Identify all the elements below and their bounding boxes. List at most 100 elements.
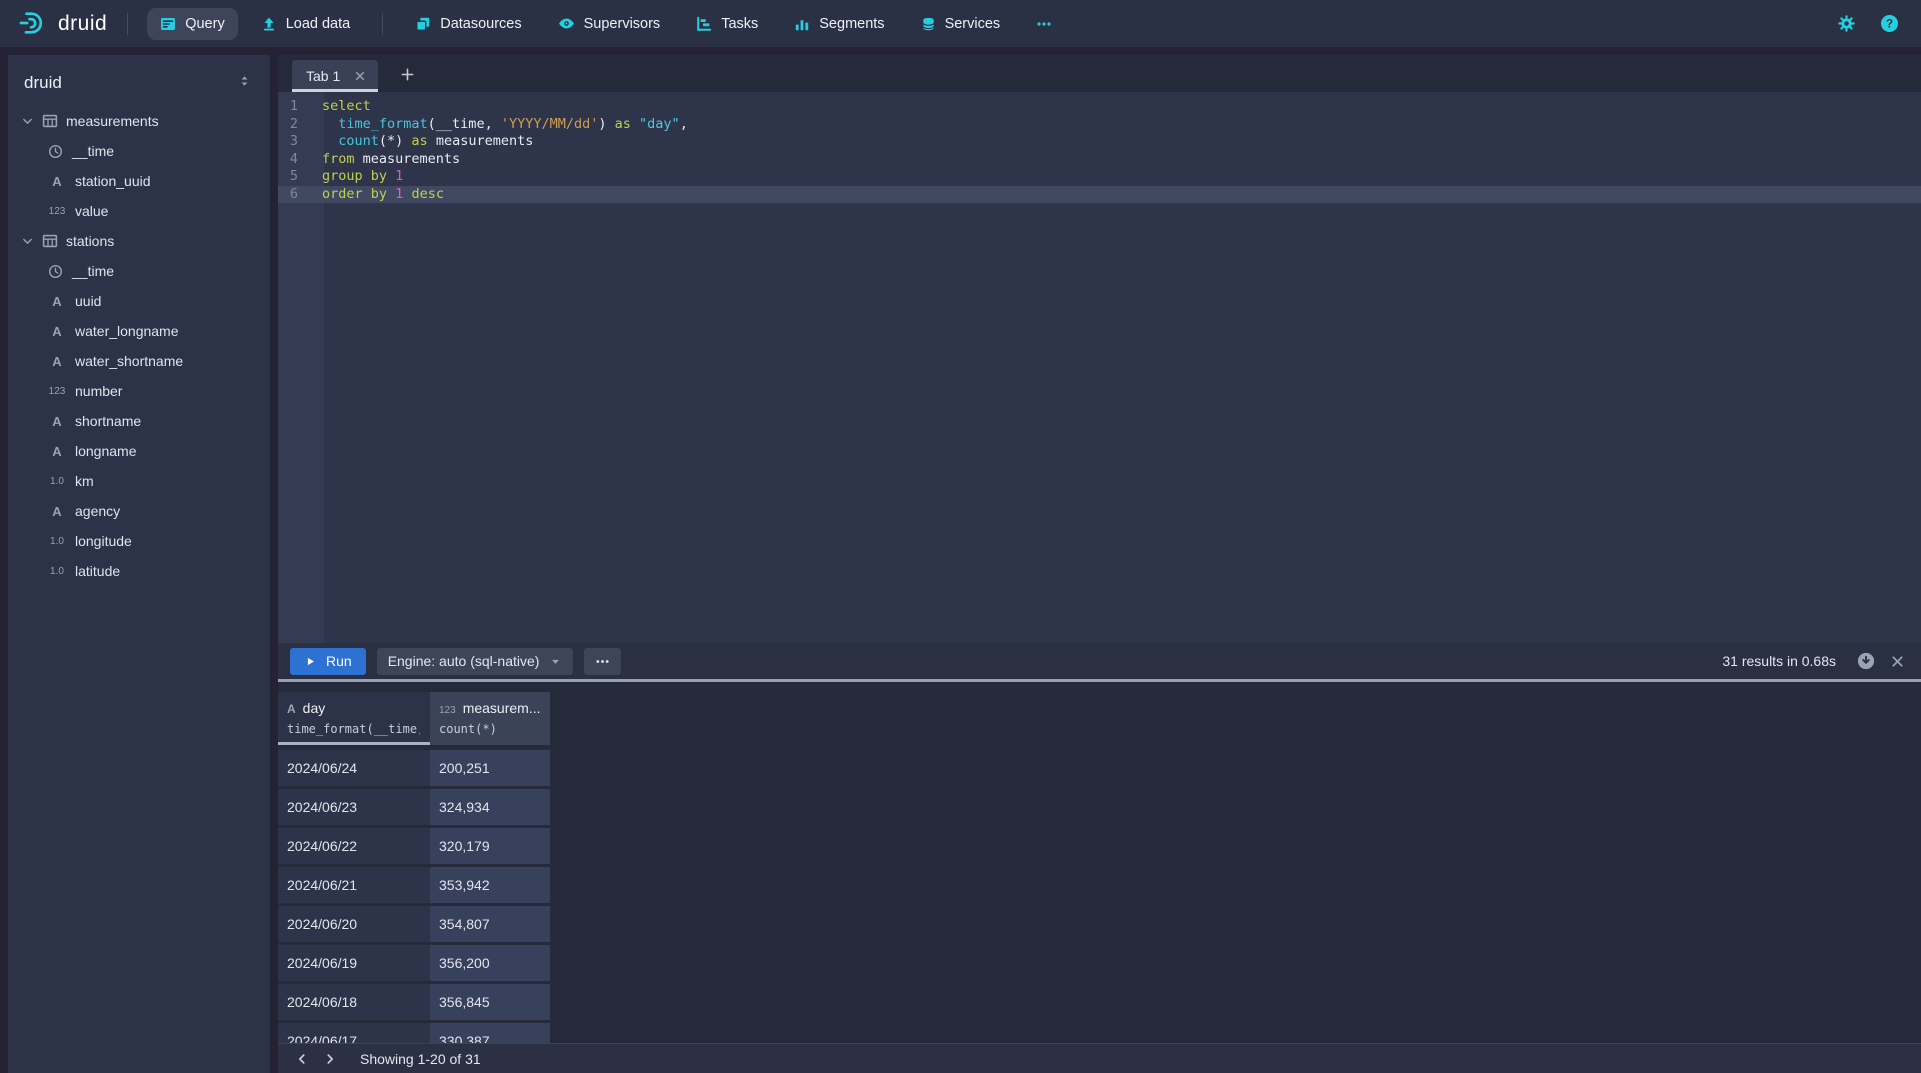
nav-item-more[interactable]	[1023, 8, 1065, 40]
run-toolbar: Run Engine: auto (sql-native) 31 results…	[278, 643, 1921, 679]
sidebar-column-water_shortname[interactable]: Awater_shortname	[8, 346, 270, 376]
page-content: druid measurements__timeAstation_uuid123…	[0, 47, 1921, 1073]
settings-gear-button[interactable]	[1833, 10, 1860, 37]
table-row: 2024/06/18356,845	[278, 984, 1921, 1020]
column-name: measurem...	[463, 700, 541, 716]
cell-measurements[interactable]: 200,251	[430, 750, 550, 786]
nav-item-tasks[interactable]: Tasks	[683, 8, 771, 40]
sidebar-column-uuid[interactable]: Auuid	[8, 286, 270, 316]
download-results-button[interactable]	[1855, 650, 1877, 672]
column-name: number	[75, 383, 122, 399]
column-header-measurem-[interactable]: 123measurem...count(*)	[430, 692, 550, 745]
sidebar-table-measurements[interactable]: measurements	[8, 106, 270, 136]
more-options-button[interactable]	[584, 648, 621, 675]
code-line-6[interactable]: 6order by 1 desc	[278, 186, 1921, 204]
table-row: 2024/06/23324,934	[278, 789, 1921, 825]
nav-item-supervisors[interactable]: Supervisors	[545, 7, 674, 40]
number-type-icon: 123	[48, 206, 66, 217]
sidebar-column-water_longname[interactable]: Awater_longname	[8, 316, 270, 346]
sidebar-column-km[interactable]: 1.0km	[8, 466, 270, 496]
sidebar-column-agency[interactable]: Aagency	[8, 496, 270, 526]
sidebar-column-__time[interactable]: __time	[8, 256, 270, 286]
nav-item-services[interactable]: Services	[908, 8, 1014, 40]
column-name: shortname	[75, 413, 141, 429]
engine-selector[interactable]: Engine: auto (sql-native)	[377, 648, 574, 675]
cell-measurements[interactable]: 324,934	[430, 789, 550, 825]
string-type-icon: A	[48, 444, 66, 459]
line-number: 3	[278, 133, 311, 151]
sql-editor[interactable]: 1select2 time_format(__time, 'YYYY/MM/dd…	[278, 92, 1921, 643]
sidebar-column-longitude[interactable]: 1.0longitude	[8, 526, 270, 556]
clock-icon	[48, 144, 63, 159]
column-name: day	[303, 700, 326, 716]
nav-item-label: Supervisors	[584, 16, 661, 32]
code-line-3[interactable]: 3 count(*) as measurements	[278, 133, 1921, 151]
code-text: order by 1 desc	[311, 186, 444, 204]
cell-measurements[interactable]: 356,845	[430, 984, 550, 1020]
nav-item-query[interactable]: Query	[147, 8, 238, 40]
sidebar-column-number[interactable]: 123number	[8, 376, 270, 406]
previous-page-button[interactable]	[288, 1046, 316, 1072]
column-header-day[interactable]: Adaytime_format(__time, …	[278, 692, 430, 745]
table-icon	[42, 113, 58, 129]
nav-item-load-data[interactable]: Load data	[248, 8, 364, 40]
nav-item-label: Tasks	[721, 16, 758, 32]
cell-measurements[interactable]: 320,179	[430, 828, 550, 864]
nav-item-datasources[interactable]: Datasources	[402, 8, 534, 40]
bar-chart-icon	[794, 16, 810, 32]
next-page-button[interactable]	[316, 1046, 344, 1072]
cell-day[interactable]: 2024/06/18	[278, 984, 430, 1020]
sidebar-column-__time[interactable]: __time	[8, 136, 270, 166]
code-line-5[interactable]: 5group by 1	[278, 168, 1921, 186]
chevron-down-icon	[21, 115, 34, 128]
sidebar-column-shortname[interactable]: Ashortname	[8, 406, 270, 436]
string-type-icon: A	[48, 294, 66, 309]
string-type-icon: A	[48, 324, 66, 339]
add-tab-button[interactable]	[394, 66, 421, 83]
cell-day[interactable]: 2024/06/20	[278, 906, 430, 942]
results-summary: 31 results in 0.68s	[1722, 653, 1836, 669]
column-name: __time	[72, 263, 114, 279]
cell-day[interactable]: 2024/06/23	[278, 789, 430, 825]
nav-item-segments[interactable]: Segments	[781, 8, 897, 40]
code-line-1[interactable]: 1select	[278, 98, 1921, 116]
cell-day[interactable]: 2024/06/19	[278, 945, 430, 981]
sidebar-column-value[interactable]: 123value	[8, 196, 270, 226]
chevron-down-icon	[21, 235, 34, 248]
sidebar-table-stations[interactable]: stations	[8, 226, 270, 256]
table-name: measurements	[66, 113, 159, 129]
column-name: latitude	[75, 563, 120, 579]
sidebar-column-station_uuid[interactable]: Astation_uuid	[8, 166, 270, 196]
nav-divider	[382, 13, 383, 35]
code-line-2[interactable]: 2 time_format(__time, 'YYYY/MM/dd') as "…	[278, 116, 1921, 134]
column-name: longname	[75, 443, 137, 459]
sidebar-column-longname[interactable]: Alongname	[8, 436, 270, 466]
help-button[interactable]: ?	[1876, 10, 1903, 37]
tab-close-icon[interactable]	[354, 70, 366, 82]
cell-day[interactable]: 2024/06/24	[278, 750, 430, 786]
code-line-4[interactable]: 4from measurements	[278, 151, 1921, 169]
druid-logo[interactable]: druid	[18, 10, 107, 37]
column-name: km	[75, 473, 94, 489]
druid-logo-icon	[18, 10, 48, 37]
run-button[interactable]: Run	[290, 648, 366, 675]
cell-measurements[interactable]: 356,200	[430, 945, 550, 981]
close-results-button[interactable]	[1888, 652, 1907, 671]
cell-measurements[interactable]: 354,807	[430, 906, 550, 942]
query-tab-1[interactable]: Tab 1	[292, 60, 378, 92]
results-body: 2024/06/24200,2512024/06/23324,9342024/0…	[278, 750, 1921, 1043]
cell-day[interactable]: 2024/06/21	[278, 867, 430, 903]
column-name: water_longname	[75, 323, 179, 339]
cell-day[interactable]: 2024/06/22	[278, 828, 430, 864]
nav-item-label: Load data	[286, 16, 351, 32]
main-navigation: Query Load data Datasources Supervisors Task…	[142, 7, 1070, 40]
caret-down-icon	[549, 655, 562, 668]
run-button-label: Run	[326, 653, 352, 669]
schema-sort-button[interactable]	[235, 71, 254, 94]
query-panel: Tab 1 1select2 time_format(__time, 'YYYY…	[278, 55, 1921, 1073]
cell-measurements[interactable]: 330,387	[430, 1023, 550, 1043]
column-name: station_uuid	[75, 173, 151, 189]
cell-measurements[interactable]: 353,942	[430, 867, 550, 903]
cell-day[interactable]: 2024/06/17	[278, 1023, 430, 1043]
sidebar-column-latitude[interactable]: 1.0latitude	[8, 556, 270, 586]
